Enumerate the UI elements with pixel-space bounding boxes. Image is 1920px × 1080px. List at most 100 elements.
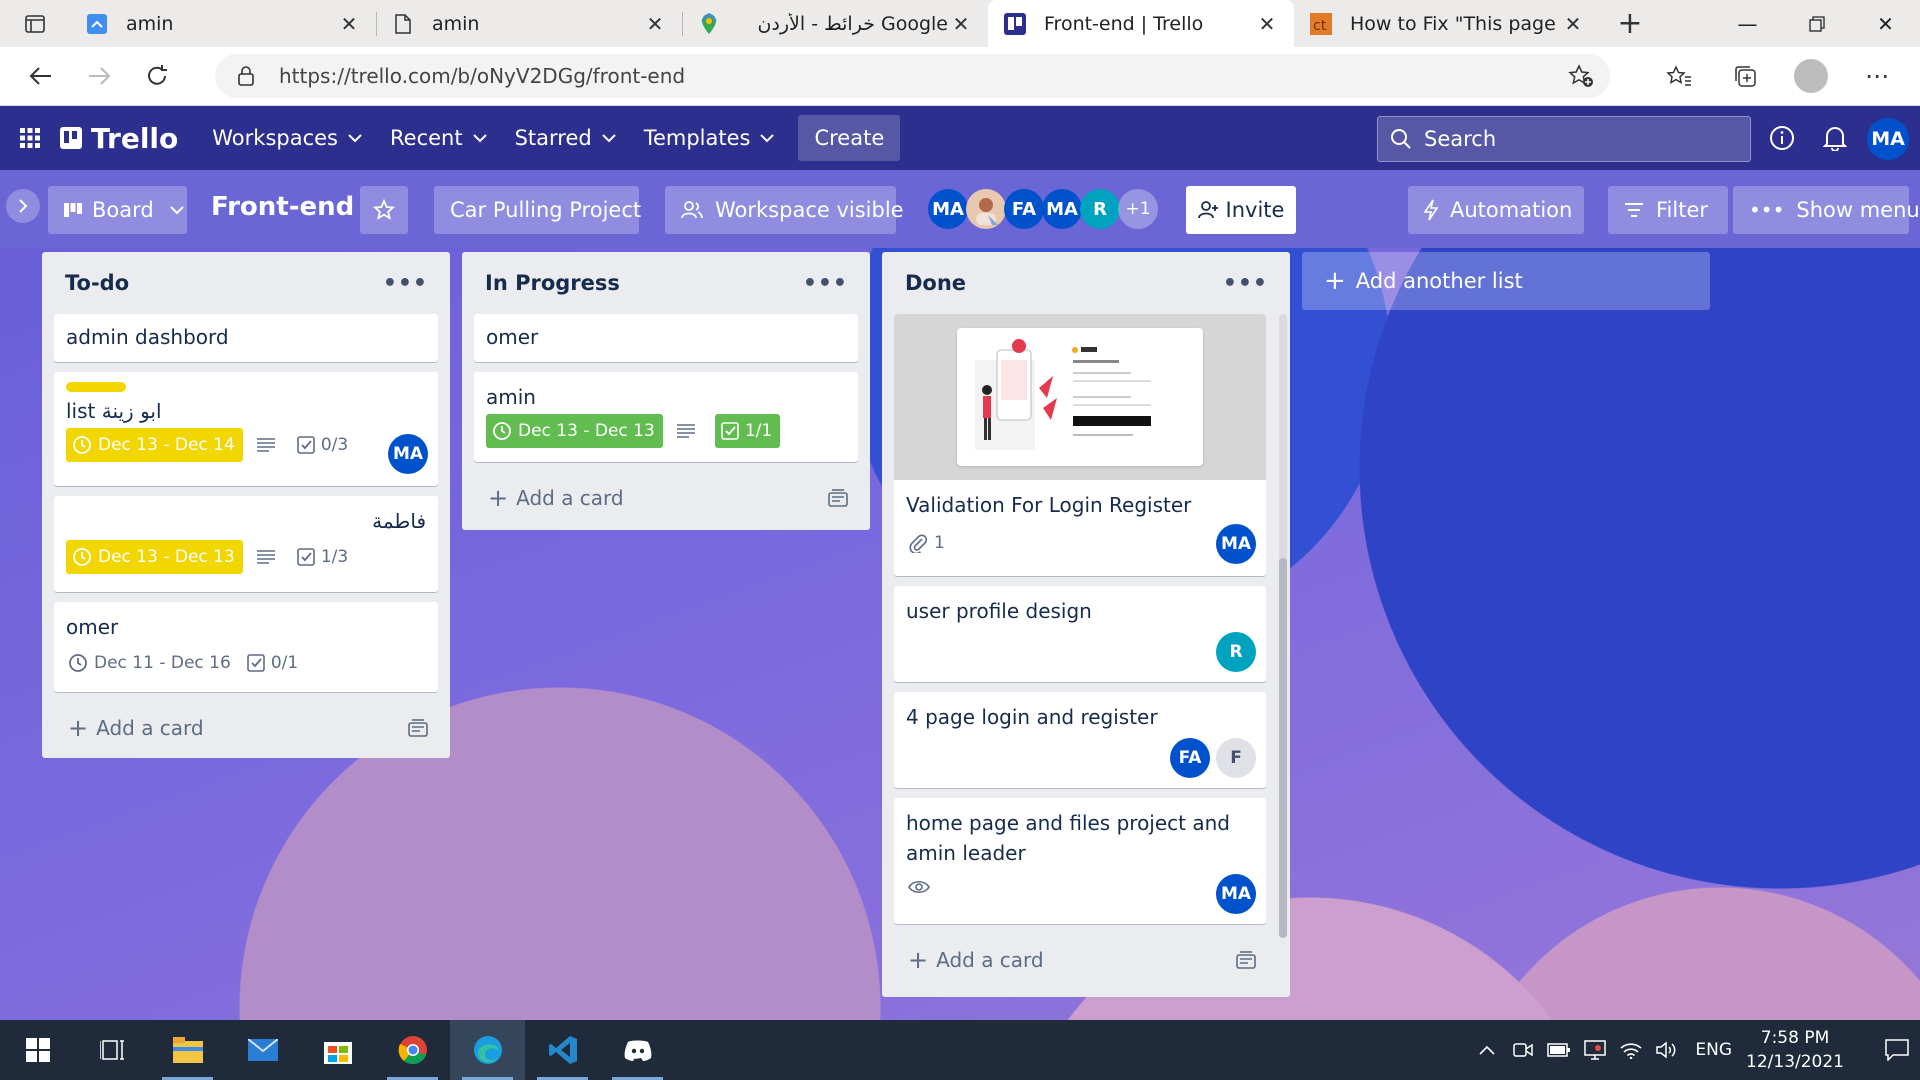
add-card-button[interactable]: + Add a card	[894, 934, 1266, 986]
card[interactable]: user profile design R	[894, 586, 1266, 682]
member-avatar[interactable]: MA	[1042, 189, 1082, 229]
system-clock[interactable]: 7:58 PM 12/13/2021	[1746, 1026, 1844, 1074]
list-header[interactable]: In Progress •••	[474, 252, 858, 314]
notification-center-icon[interactable]	[1874, 1039, 1920, 1061]
due-date-badge[interactable]: Dec 13 - Dec 13	[486, 414, 663, 448]
profile-avatar[interactable]	[1778, 54, 1844, 98]
card[interactable]: omer Dec 11 - Dec 16 0/1	[54, 602, 438, 692]
input-language[interactable]: ENG	[1695, 1040, 1732, 1060]
card-member-avatar[interactable]: R	[1216, 632, 1256, 672]
card-member-avatar[interactable]: MA	[1216, 524, 1256, 564]
collections-icon[interactable]	[1712, 54, 1778, 98]
create-from-template-icon[interactable]	[408, 719, 428, 737]
due-date-badge[interactable]: Dec 11 - Dec 16	[66, 646, 233, 680]
member-avatar[interactable]: MA	[928, 189, 968, 229]
list-scrollbar[interactable]	[1279, 314, 1287, 938]
add-card-button[interactable]: + Add a card	[474, 472, 858, 524]
close-icon[interactable]: ✕	[1254, 11, 1280, 37]
card-member-avatar[interactable]: MA	[388, 434, 428, 474]
new-tab-icon[interactable]: +	[1600, 0, 1660, 47]
add-card-button[interactable]: + Add a card	[54, 702, 438, 754]
browser-tab[interactable]: amin ✕	[70, 0, 376, 47]
vscode-icon[interactable]	[525, 1020, 600, 1080]
close-icon[interactable]: ✕	[336, 11, 362, 37]
wifi-icon[interactable]	[1613, 1041, 1649, 1059]
scrollbar-thumb[interactable]	[1279, 558, 1287, 938]
close-icon[interactable]: ✕	[1560, 11, 1586, 37]
card[interactable]: admin dashbord	[54, 314, 438, 362]
mail-icon[interactable]	[225, 1020, 300, 1080]
browser-tab-active[interactable]: Front-end | Trello ✕	[988, 0, 1294, 47]
board-view-switcher[interactable]: Board	[48, 186, 187, 234]
create-button[interactable]: Create	[798, 115, 901, 161]
browser-tab[interactable]: Google خرائط - الأردن ✕	[682, 0, 988, 47]
list-title[interactable]: To-do	[65, 271, 129, 295]
due-date-badge[interactable]: Dec 13 - Dec 13	[66, 540, 243, 574]
card[interactable]: Validation For Login Register 1 MA	[894, 314, 1266, 576]
list-title[interactable]: Done	[905, 271, 966, 295]
card-member-avatar[interactable]: MA	[1216, 874, 1256, 914]
app-switcher-icon[interactable]	[0, 106, 60, 170]
meet-now-icon[interactable]	[1505, 1041, 1541, 1059]
card[interactable]: 4 page login and register FA F	[894, 692, 1266, 788]
automation-button[interactable]: Automation	[1408, 186, 1584, 234]
browser-tab[interactable]: ct How to Fix "This page did ✕	[1294, 0, 1600, 47]
card[interactable]: list ابو زينة Dec 13 - Dec 14 0/3 MA	[54, 372, 438, 486]
trello-logo[interactable]: Trello	[60, 122, 178, 155]
refresh-icon[interactable]	[130, 53, 184, 99]
show-menu-button[interactable]: ••• Show menu	[1733, 186, 1920, 234]
card[interactable]: amin Dec 13 - Dec 13 1/1	[474, 372, 858, 462]
battery-icon[interactable]	[1541, 1043, 1577, 1057]
close-icon[interactable]: ✕	[642, 11, 668, 37]
list-menu-icon[interactable]: •••	[803, 271, 848, 296]
card-member-avatar[interactable]: F	[1216, 738, 1256, 778]
volume-icon[interactable]	[1649, 1041, 1685, 1059]
due-date-badge[interactable]: Dec 13 - Dec 14	[66, 428, 243, 462]
lock-icon[interactable]	[237, 65, 255, 87]
list-header[interactable]: To-do •••	[54, 252, 438, 314]
add-favorite-icon[interactable]	[1568, 64, 1594, 88]
visibility-button[interactable]: Workspace visible	[665, 186, 904, 234]
nav-workspaces[interactable]: Workspaces	[198, 115, 376, 161]
show-hidden-icons-chevron-icon[interactable]	[1469, 1045, 1505, 1055]
info-icon[interactable]	[1762, 118, 1802, 158]
add-another-list-button[interactable]: + Add another list	[1302, 252, 1710, 310]
url-field[interactable]: https://trello.com/b/oNyV2DGg/front-end	[215, 54, 1610, 98]
list-header[interactable]: Done •••	[894, 252, 1278, 314]
create-from-template-icon[interactable]	[1236, 951, 1256, 969]
card-label[interactable]	[66, 382, 126, 392]
sidebar-expand-chevron-icon[interactable]	[6, 189, 40, 223]
board-title[interactable]: Front-end	[211, 192, 354, 222]
search-input[interactable]: Search	[1377, 116, 1751, 162]
close-icon[interactable]: ✕	[948, 11, 974, 37]
member-avatar[interactable]: FA	[1004, 189, 1044, 229]
card[interactable]: فاطمة Dec 13 - Dec 13 1/3	[54, 496, 438, 592]
nav-starred[interactable]: Starred	[501, 115, 630, 161]
card-member-avatar[interactable]: FA	[1170, 738, 1210, 778]
member-photo-avatar[interactable]	[966, 189, 1006, 229]
nav-recent[interactable]: Recent	[376, 115, 501, 161]
file-explorer-icon[interactable]	[150, 1020, 225, 1080]
nav-templates[interactable]: Templates	[630, 115, 789, 161]
workspace-button[interactable]: Car Pulling Project	[434, 186, 641, 234]
card[interactable]: home page and files project and amin lea…	[894, 798, 1266, 924]
star-board-icon[interactable]	[360, 186, 408, 234]
chrome-icon[interactable]	[375, 1020, 450, 1080]
minimize-icon[interactable]: —	[1713, 0, 1782, 47]
forward-arrow-icon[interactable]	[72, 53, 126, 99]
edge-browser-icon[interactable]	[450, 1020, 525, 1080]
tab-actions-icon[interactable]	[0, 0, 70, 47]
filter-button[interactable]: Filter	[1608, 186, 1728, 234]
restore-icon[interactable]	[1782, 0, 1851, 47]
list-menu-icon[interactable]: •••	[383, 271, 428, 296]
more-options-icon[interactable]: ⋯	[1844, 54, 1910, 98]
display-settings-icon[interactable]	[1577, 1040, 1613, 1060]
back-arrow-icon[interactable]	[14, 53, 68, 99]
browser-tab[interactable]: amin ✕	[376, 0, 682, 47]
invite-button[interactable]: Invite	[1186, 186, 1296, 234]
list-menu-icon[interactable]: •••	[1223, 271, 1268, 296]
card[interactable]: omer	[474, 314, 858, 362]
close-window-icon[interactable]: ✕	[1851, 0, 1920, 47]
microsoft-store-icon[interactable]	[300, 1020, 375, 1080]
discord-icon[interactable]	[600, 1020, 675, 1080]
